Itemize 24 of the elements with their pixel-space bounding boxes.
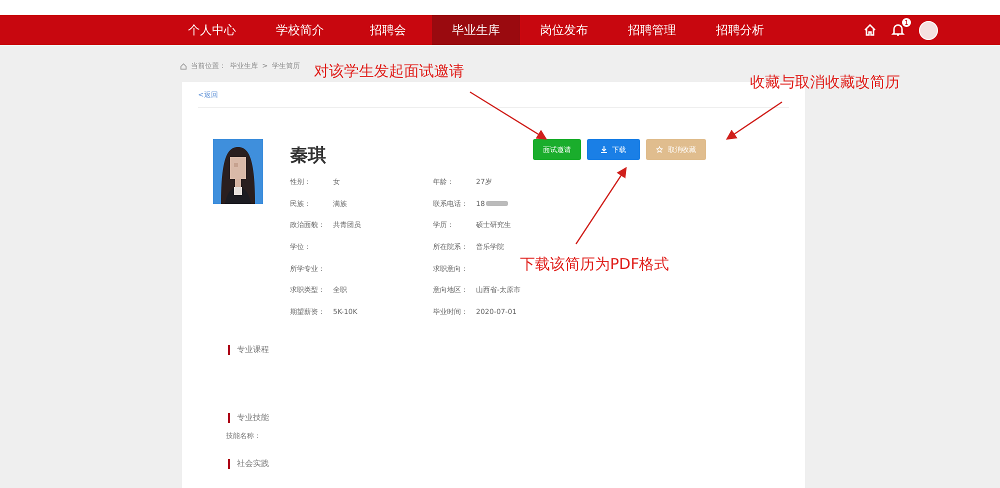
nav-tab[interactable]: 岗位发布 [520, 15, 608, 45]
section-marker [228, 412, 230, 423]
section-marker [228, 344, 230, 355]
nav-tab[interactable]: 学校简介 [256, 15, 344, 45]
nav-tab[interactable]: 毕业生库 [432, 15, 520, 45]
nav-tab[interactable]: 招聘管理 [608, 15, 696, 45]
annotation-text: 对该学生发起面试邀请 [314, 62, 464, 81]
section-marker [228, 458, 230, 469]
star-icon [656, 146, 663, 153]
download-icon [601, 146, 607, 153]
section-title: 专业技能 [237, 412, 269, 424]
home-icon [180, 62, 187, 70]
avatar[interactable] [919, 20, 938, 40]
section-title: 社会实践 [237, 458, 269, 470]
nav-tab[interactable]: 招聘会 [344, 15, 432, 45]
section-title: 专业课程 [237, 344, 269, 356]
bell-icon[interactable] [891, 23, 905, 37]
home-icon[interactable] [863, 23, 877, 37]
annotation-text: 下载该简历为PDF格式 [520, 255, 670, 274]
nav-tab[interactable]: 个人中心 [168, 15, 256, 45]
nav-tab[interactable]: 招聘分析 [696, 15, 784, 45]
annotation-arrow [726, 101, 782, 140]
annotation-text: 收藏与取消收藏改简历 [750, 73, 900, 92]
student-name: 秦琪 [290, 144, 326, 168]
